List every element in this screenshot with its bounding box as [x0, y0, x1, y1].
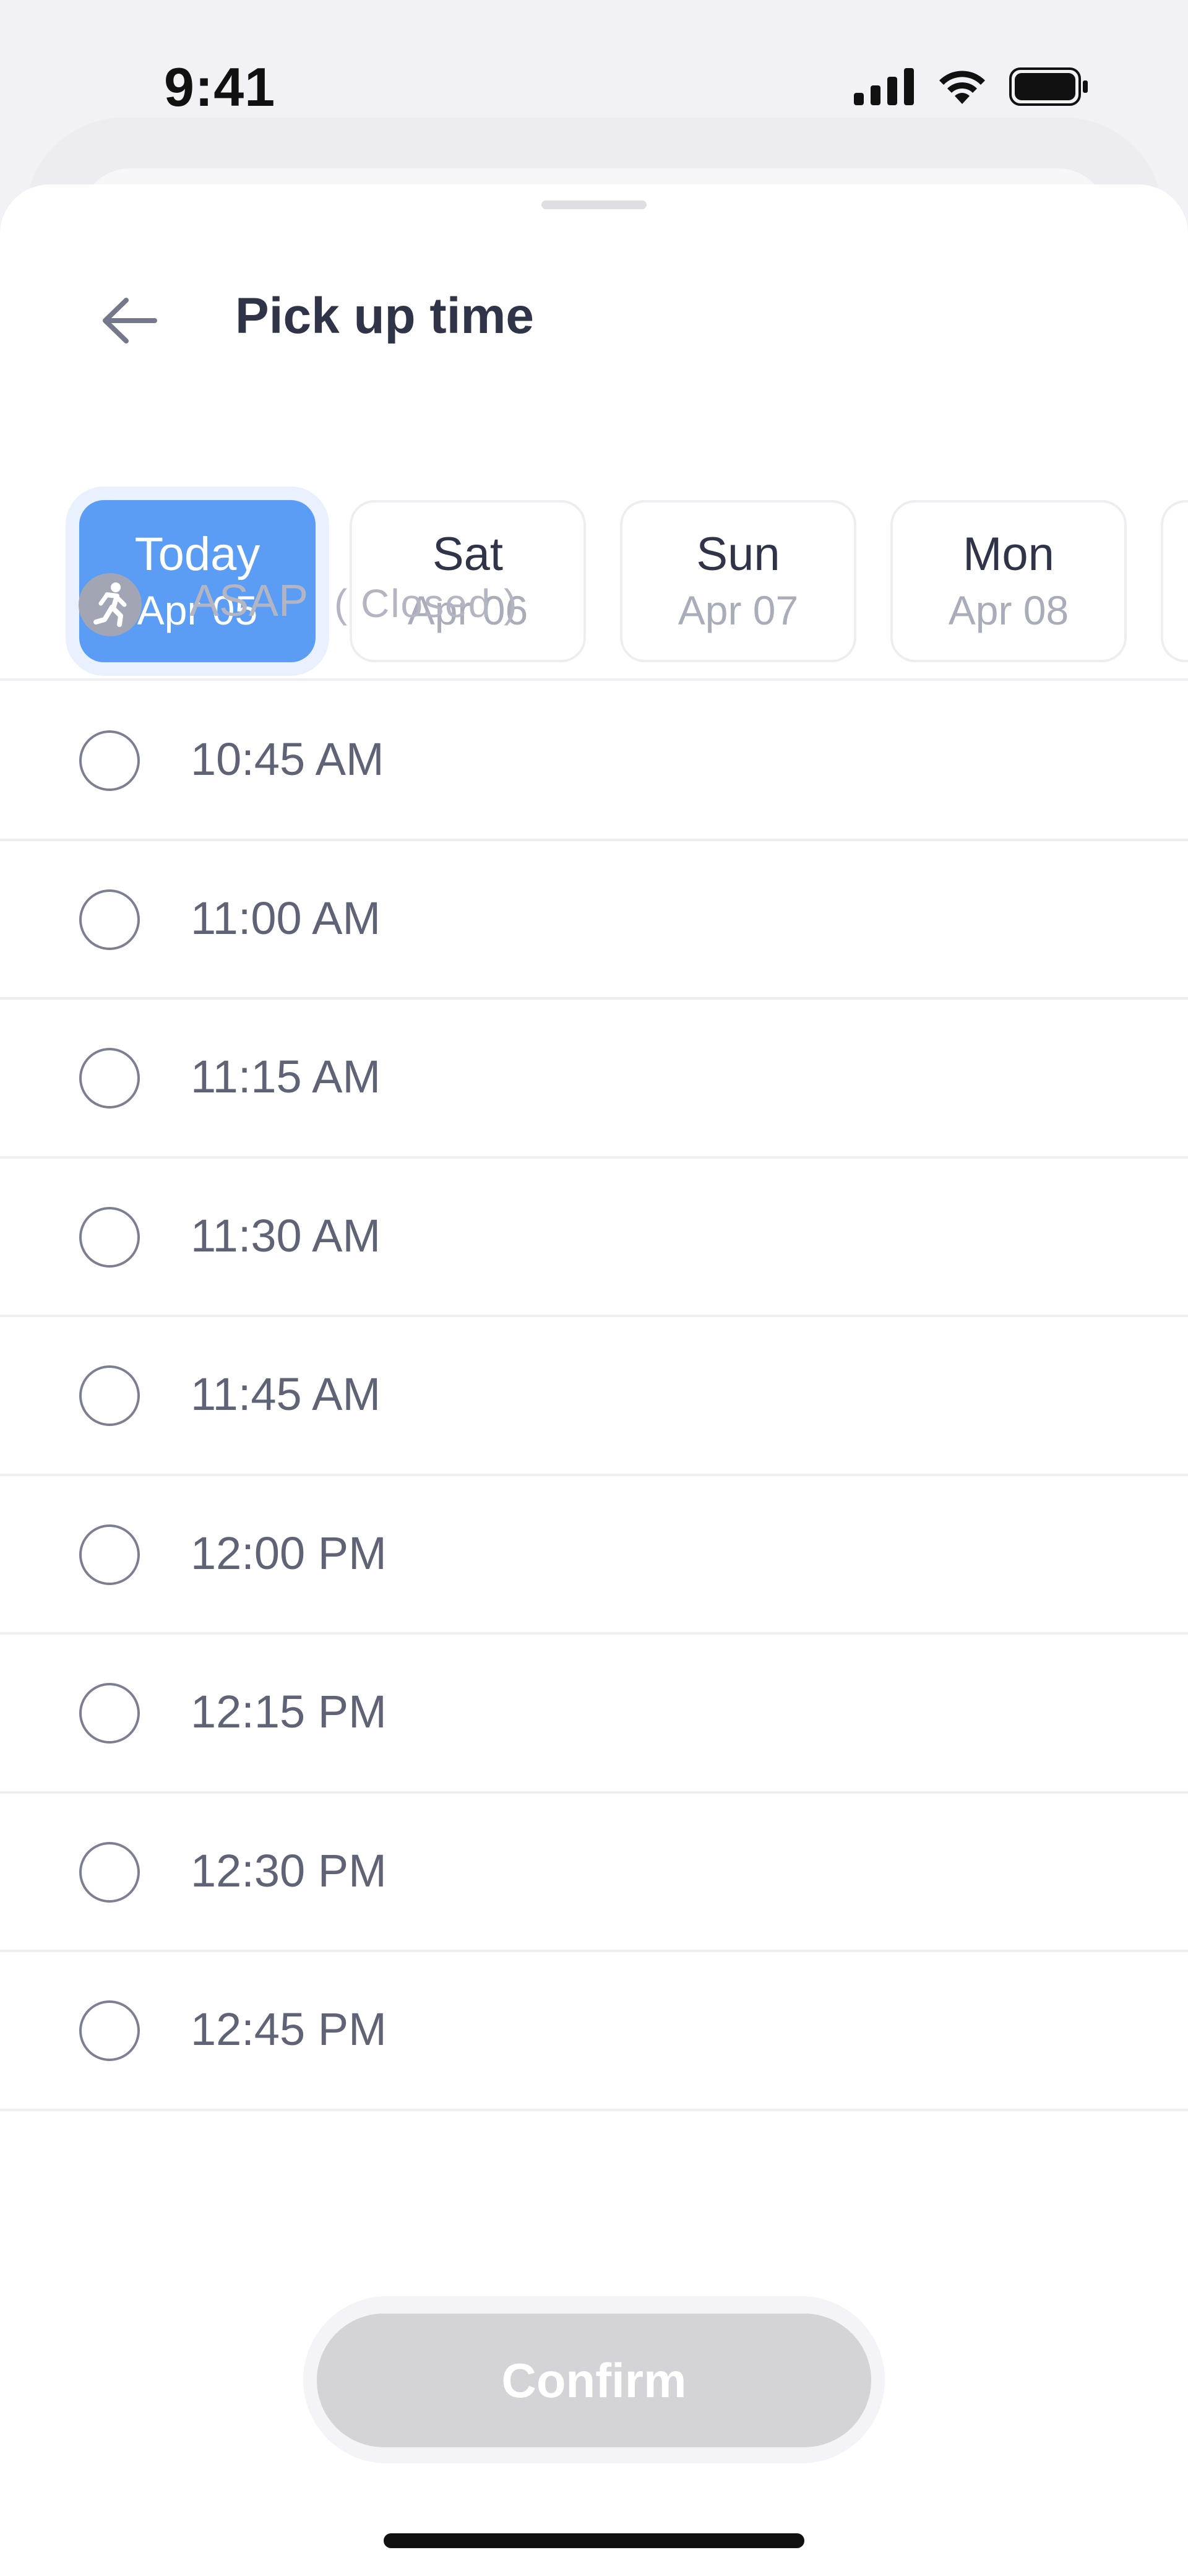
battery-icon — [1009, 67, 1088, 106]
page-title: Pick up time — [235, 288, 535, 344]
time-slot-row[interactable]: 12:15 PM — [0, 1635, 1188, 1794]
asap-row — [0, 557, 1188, 681]
time-slot-row[interactable]: 11:15 AM — [0, 1000, 1188, 1159]
radio-button[interactable] — [79, 730, 140, 791]
status-time: 9:41 — [164, 56, 276, 118]
radio-button[interactable] — [79, 2000, 140, 2061]
radio-button[interactable] — [79, 1048, 140, 1109]
time-slot-label: 10:45 AM — [191, 733, 384, 785]
time-slot-row[interactable]: 10:45 AM — [0, 682, 1188, 841]
time-slot-label: 12:30 PM — [191, 1844, 387, 1896]
radio-button[interactable] — [79, 889, 140, 950]
time-slot-list: 10:45 AM 11:00 AM 11:15 AM 11:30 AM 11:4… — [0, 682, 1188, 2111]
sheet-grabber[interactable] — [541, 201, 647, 209]
time-slot-row[interactable]: 12:00 PM — [0, 1476, 1188, 1635]
radio-button[interactable] — [79, 1524, 140, 1585]
radio-button[interactable] — [79, 1683, 140, 1744]
time-slot-label: 11:30 AM — [191, 1209, 381, 1261]
back-button[interactable] — [93, 283, 167, 358]
radio-button[interactable] — [79, 1841, 140, 1903]
wifi-icon — [939, 71, 985, 104]
cellular-signal-icon — [854, 68, 914, 105]
time-slot-row[interactable]: 12:30 PM — [0, 1794, 1188, 1952]
time-slot-label: 12:45 PM — [191, 2003, 387, 2055]
radio-button[interactable] — [79, 1206, 140, 1268]
status-icons — [854, 62, 1089, 111]
screen: 9:41 Pick up time Today Apr 05 Sat Apr 0… — [0, 0, 1188, 2576]
time-slot-label: 11:45 AM — [191, 1368, 381, 1420]
time-slot-row[interactable]: 11:45 AM — [0, 1317, 1188, 1476]
arrow-left-icon — [103, 298, 157, 344]
running-person-icon — [79, 573, 142, 636]
radio-button[interactable] — [79, 1365, 140, 1426]
confirm-button[interactable]: Confirm — [317, 2314, 871, 2447]
time-slot-row[interactable]: 11:00 AM — [0, 841, 1188, 1000]
time-slot-row[interactable]: 12:45 PM — [0, 1952, 1188, 2111]
time-slot-label: 12:00 PM — [191, 1527, 387, 1579]
time-slot-label: 11:15 AM — [191, 1051, 381, 1102]
asap-label: ASAP — [189, 576, 309, 626]
time-slot-row[interactable]: 11:30 AM — [0, 1159, 1188, 1317]
time-slot-label: 12:15 PM — [191, 1686, 387, 1737]
time-slot-label: 11:00 AM — [191, 892, 381, 944]
home-indicator — [384, 2533, 804, 2548]
asap-status: ( Closed ) — [334, 581, 519, 626]
